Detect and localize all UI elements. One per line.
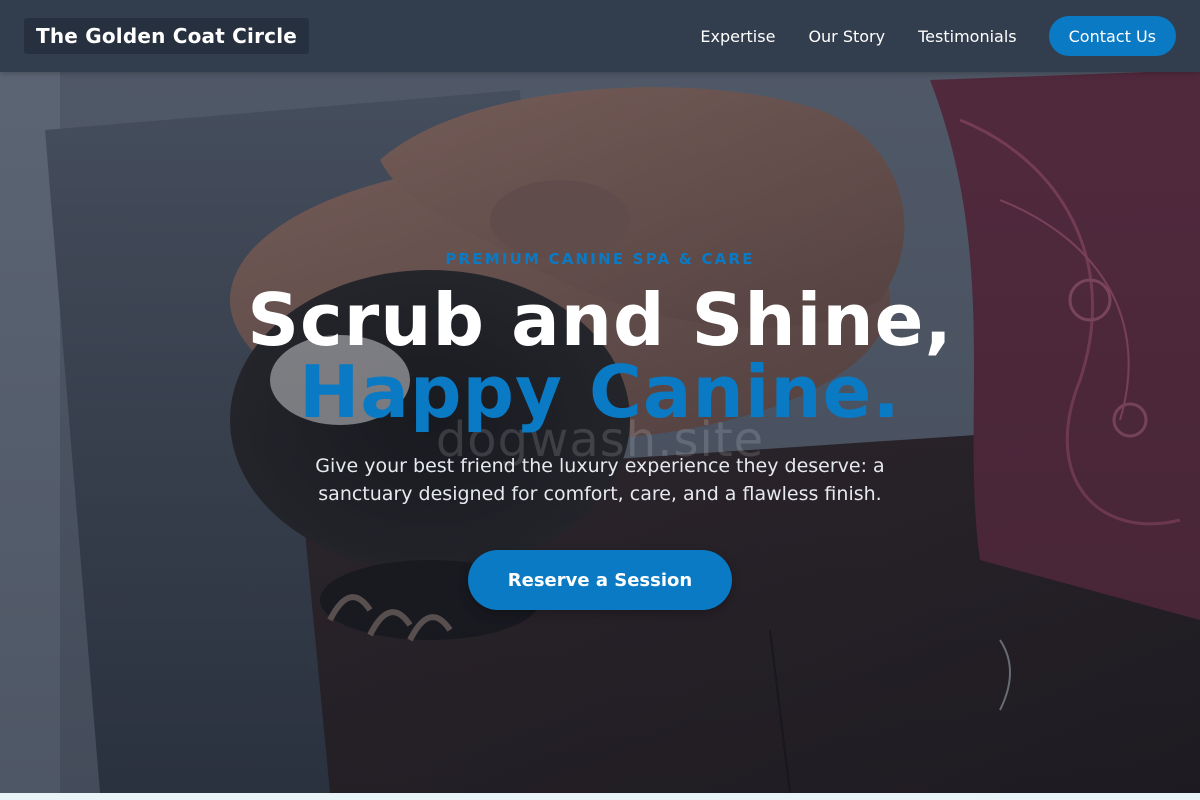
- hero-content: PREMIUM CANINE SPA & CARE Scrub and Shin…: [0, 250, 1200, 610]
- nav-link-testimonials[interactable]: Testimonials: [918, 27, 1017, 46]
- hero-eyebrow: PREMIUM CANINE SPA & CARE: [445, 250, 755, 268]
- nav-link-expertise[interactable]: Expertise: [700, 27, 775, 46]
- hero-title-line1: Scrub and Shine,: [247, 278, 953, 362]
- navbar: The Golden Coat Circle Expertise Our Sto…: [0, 0, 1200, 72]
- nav-menu: Expertise Our Story Testimonials Contact…: [667, 16, 1176, 56]
- next-section-edge: [0, 793, 1200, 800]
- hero-section: The Golden Coat Circle Expertise Our Sto…: [0, 0, 1200, 793]
- brand-logo[interactable]: The Golden Coat Circle: [24, 18, 310, 54]
- contact-us-button[interactable]: Contact Us: [1048, 16, 1176, 56]
- nav-link-our-story[interactable]: Our Story: [808, 27, 885, 46]
- reserve-session-button[interactable]: Reserve a Session: [468, 550, 732, 610]
- hero-title-line2: Happy Canine.: [299, 350, 901, 434]
